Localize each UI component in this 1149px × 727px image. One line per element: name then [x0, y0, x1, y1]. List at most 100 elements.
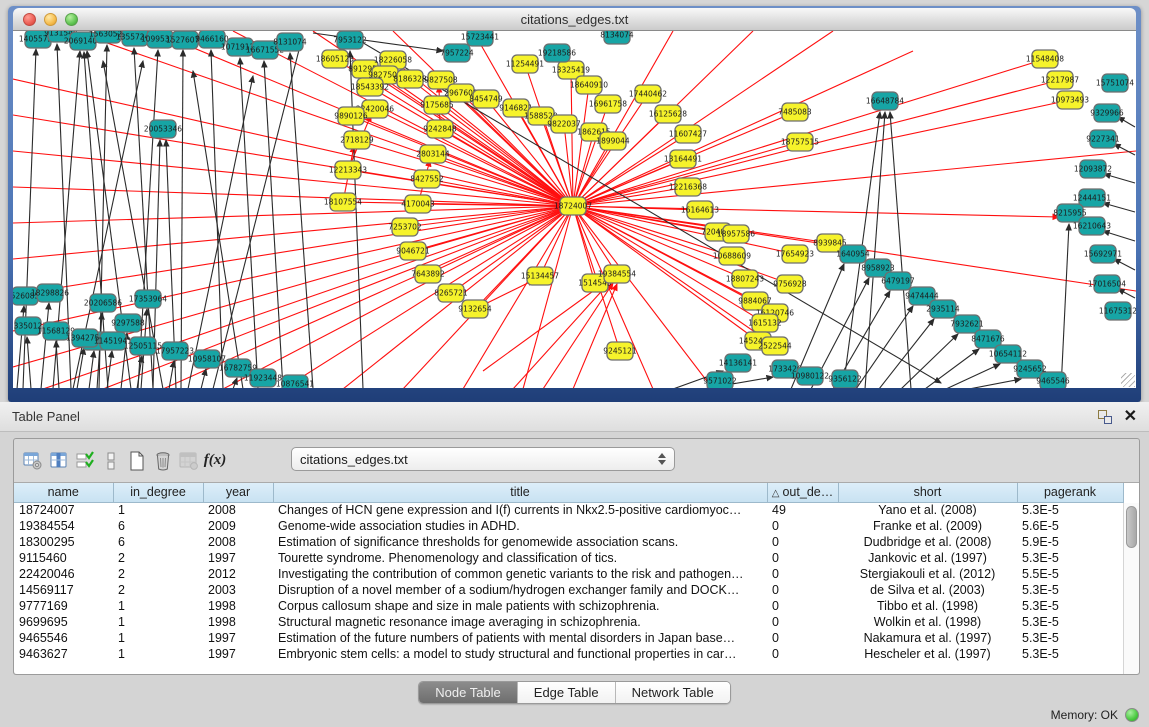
cell-short[interactable]: de Silva et al. (2003): [838, 582, 1017, 598]
citation-edge[interactable]: [181, 50, 183, 388]
graph-node[interactable]: 17353964: [129, 290, 167, 308]
window-resize-grip[interactable]: [1121, 373, 1135, 387]
graph-node[interactable]: 9356122: [828, 370, 862, 388]
show-columns-icon[interactable]: [46, 448, 72, 474]
citation-edge-red[interactable]: [573, 51, 913, 206]
graph-node[interactable]: 10973493: [1051, 91, 1089, 109]
table-select-dropdown[interactable]: citations_edges.txt: [291, 447, 675, 471]
graph-node[interactable]: 4170043: [401, 195, 435, 213]
column-header-short[interactable]: short: [838, 483, 1017, 502]
citation-edge[interactable]: [1114, 259, 1135, 270]
graph-node[interactable]: 17440462: [629, 85, 667, 103]
citation-edge-red[interactable]: [483, 281, 607, 371]
graph-node[interactable]: 7643892: [411, 265, 445, 283]
cell-title[interactable]: Corpus callosum shape and size in male p…: [273, 598, 767, 614]
function-builder-icon[interactable]: f(x): [202, 448, 228, 474]
graph-node[interactable]: 1640954: [836, 245, 870, 263]
citation-edge-red[interactable]: [573, 206, 617, 274]
cell-short[interactable]: Franke et al. (2009): [838, 518, 1017, 534]
graph-node[interactable]: 7485083: [778, 103, 812, 121]
cell-name[interactable]: 9115460: [14, 550, 113, 566]
table-row[interactable]: 977716911998Corpus callosum shape and si…: [14, 598, 1123, 614]
cell-short[interactable]: Hescheler et al. (1997): [838, 646, 1017, 662]
citation-edge-red[interactable]: [43, 206, 573, 388]
import-table-icon[interactable]: [176, 448, 202, 474]
table-settings-icon[interactable]: [20, 448, 46, 474]
cell-out_degree[interactable]: 0: [767, 566, 838, 582]
cell-pagerank[interactable]: 5.3E-5: [1017, 598, 1123, 614]
cell-year[interactable]: 2008: [203, 534, 273, 550]
cell-title[interactable]: Changes of HCN gene expression and I(f) …: [273, 502, 767, 518]
cell-short[interactable]: Yano et al. (2008): [838, 502, 1017, 518]
cell-pagerank[interactable]: 5.6E-5: [1017, 518, 1123, 534]
select-rows-icon[interactable]: [72, 448, 98, 474]
citation-edge[interactable]: [969, 379, 1021, 388]
table-row[interactable]: 946362711997Embryonic stem cells: a mode…: [14, 646, 1123, 662]
citation-edge[interactable]: [1118, 117, 1135, 127]
graph-node[interactable]: 9046721: [396, 242, 430, 260]
cell-name[interactable]: 18724007: [14, 502, 113, 518]
cell-short[interactable]: Wolkin et al. (1998): [838, 614, 1017, 630]
citation-edge[interactable]: [264, 61, 283, 388]
column-header-title[interactable]: title: [273, 483, 767, 502]
cell-year[interactable]: 2003: [203, 582, 273, 598]
graph-node[interactable]: 9571022: [703, 372, 737, 388]
citation-edge[interactable]: [211, 50, 223, 388]
cell-short[interactable]: Dudbridge et al. (2008): [838, 534, 1017, 550]
graph-node[interactable]: 11675312: [1099, 302, 1136, 320]
table-scrollbar-thumb[interactable]: [1126, 506, 1137, 548]
citation-edge-red[interactable]: [573, 85, 589, 206]
cell-pagerank[interactable]: 5.3E-5: [1017, 582, 1123, 598]
cell-year[interactable]: 1997: [203, 646, 273, 662]
cell-name[interactable]: 9463627: [14, 646, 113, 662]
citation-edge[interactable]: [890, 112, 911, 388]
cell-out_degree[interactable]: 49: [767, 502, 838, 518]
graph-node[interactable]: 8134074: [600, 31, 634, 44]
graph-node[interactable]: 8131074: [273, 33, 307, 51]
cell-out_degree[interactable]: 0: [767, 614, 838, 630]
cell-in_degree[interactable]: 1: [113, 614, 203, 630]
cell-pagerank[interactable]: 5.3E-5: [1017, 502, 1123, 518]
cell-year[interactable]: 1998: [203, 598, 273, 614]
citation-edge-red[interactable]: [573, 100, 1070, 206]
citation-edge[interactable]: [290, 53, 313, 388]
graph-node[interactable]: 11254491: [506, 55, 544, 73]
memory-status-led[interactable]: [1125, 708, 1139, 722]
graph-node[interactable]: 2718129: [340, 131, 374, 149]
graph-node[interactable]: 11607427: [669, 125, 707, 143]
graph-node[interactable]: 1899044: [596, 132, 630, 150]
merge-rows-icon[interactable]: [98, 448, 124, 474]
cell-year[interactable]: 1998: [203, 614, 273, 630]
cell-title[interactable]: Estimation of significance thresholds fo…: [273, 534, 767, 550]
cell-pagerank[interactable]: 5.3E-5: [1017, 550, 1123, 566]
cell-in_degree[interactable]: 2: [113, 582, 203, 598]
cell-title[interactable]: Disruption of a novel member of a sodium…: [273, 582, 767, 598]
cell-pagerank[interactable]: 5.3E-5: [1017, 646, 1123, 662]
cell-title[interactable]: Tourette syndrome. Phenomenology and cla…: [273, 550, 767, 566]
minimize-window-button[interactable]: [44, 13, 57, 26]
citation-edge-red[interactable]: [475, 206, 573, 309]
cell-out_degree[interactable]: 0: [767, 518, 838, 534]
citation-edge[interactable]: [350, 51, 363, 388]
citation-edge[interactable]: [41, 303, 49, 388]
citation-edge-red[interactable]: [413, 206, 573, 251]
graph-node[interactable]: 17654923: [776, 245, 814, 263]
graph-node[interactable]: 16648784: [866, 92, 904, 110]
graph-node[interactable]: 9227341: [1086, 130, 1120, 148]
graph-node[interactable]: 16164613: [681, 201, 719, 219]
tab-network-table[interactable]: Network Table: [616, 682, 730, 703]
cell-in_degree[interactable]: 2: [113, 566, 203, 582]
graph-node[interactable]: 7957224: [440, 44, 474, 62]
citation-edge[interactable]: [89, 351, 94, 388]
citation-edge[interactable]: [901, 334, 958, 388]
cell-name[interactable]: 22420046: [14, 566, 113, 582]
citation-edge-red[interactable]: [351, 116, 573, 206]
table-scrollbar[interactable]: [1123, 503, 1139, 674]
graph-node[interactable]: 2522544: [758, 337, 792, 355]
cell-pagerank[interactable]: 5.3E-5: [1017, 614, 1123, 630]
column-header-pagerank[interactable]: pagerank: [1017, 483, 1123, 502]
graph-node[interactable]: 11548408: [1026, 50, 1064, 68]
cell-pagerank[interactable]: 5.5E-5: [1017, 566, 1123, 582]
graph-node[interactable]: 10688609: [713, 247, 751, 265]
citation-edge[interactable]: [1104, 174, 1135, 183]
